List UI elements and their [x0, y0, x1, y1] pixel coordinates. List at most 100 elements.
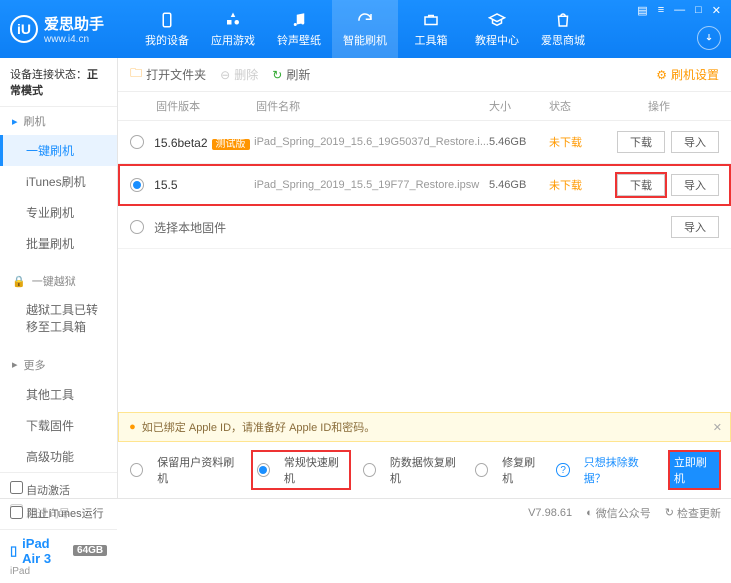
sidebar-item-oneclick[interactable]: 一键刷机	[0, 135, 117, 166]
sidebar-item-itunes[interactable]: iTunes刷机	[0, 166, 117, 197]
radio-icon	[475, 463, 488, 477]
wechat-link[interactable]: ◐微信公众号	[586, 505, 651, 521]
import-button[interactable]: 导入	[671, 131, 719, 153]
nav-label: 铃声壁纸	[277, 32, 321, 48]
fw-size: 5.46GB	[489, 136, 549, 148]
minimize-icon[interactable]: —	[670, 4, 689, 17]
col-name: 固件名称	[256, 98, 489, 114]
refresh-button[interactable]: ↻刷新	[272, 66, 310, 83]
mode-keep-data[interactable]: 保留用户资料刷机	[130, 454, 239, 486]
nav-toolbox[interactable]: 工具箱	[398, 0, 464, 58]
flash-settings-button[interactable]: ⚙刷机设置	[656, 66, 719, 83]
maximize-icon[interactable]: □	[691, 4, 706, 17]
notice-text: 如已绑定 Apple ID，请准备好 Apple ID和密码。	[142, 419, 376, 435]
sidebar-item-advanced[interactable]: 高级功能	[0, 441, 117, 472]
firmware-row-selected[interactable]: 15.5 iPad_Spring_2019_15.5_19F77_Restore…	[118, 164, 731, 206]
nav-label: 教程中心	[475, 32, 519, 48]
table-header: 固件版本 固件名称 大小 状态 操作	[118, 92, 731, 121]
fw-size: 5.46GB	[489, 179, 549, 191]
top-nav: 我的设备 应用游戏 铃声壁纸 智能刷机 工具箱 教程中心 爱思商城	[134, 0, 596, 58]
menu-icon[interactable]: ▤	[633, 4, 651, 17]
sidebar-group-jailbreak[interactable]: 🔒一键越狱	[0, 267, 117, 295]
school-icon	[488, 11, 506, 29]
nav-apps[interactable]: 应用游戏	[200, 0, 266, 58]
sidebar-group-more[interactable]: ▸更多	[0, 351, 117, 379]
fw-status: 未下载	[549, 134, 599, 150]
local-firmware-row[interactable]: 选择本地固件 导入	[118, 206, 731, 249]
local-fw-label: 选择本地固件	[154, 219, 599, 236]
nav-tutorials[interactable]: 教程中心	[464, 0, 530, 58]
sidebar-item-pro[interactable]: 专业刷机	[0, 197, 117, 228]
device-type: iPad	[10, 566, 107, 577]
device-info[interactable]: ▯iPad Air 3 64GB iPad	[0, 529, 117, 583]
sidebar-item-other[interactable]: 其他工具	[0, 379, 117, 410]
nav-ringtones[interactable]: 铃声壁纸	[266, 0, 332, 58]
skin-icon[interactable]: ≡	[654, 4, 668, 17]
close-notice-icon[interactable]: ✕	[713, 421, 722, 434]
radio-icon	[130, 463, 143, 477]
gear-icon: ⚙	[656, 68, 667, 82]
minus-icon: ⊖	[220, 68, 230, 82]
nav-label: 智能刷机	[343, 32, 387, 48]
close-icon[interactable]: ✕	[708, 4, 725, 17]
nav-flash[interactable]: 智能刷机	[332, 0, 398, 58]
update-icon: ↻	[665, 506, 674, 519]
toolbar: 🗀打开文件夹 ⊖删除 ↻刷新 ⚙刷机设置	[118, 58, 731, 92]
mode-antirecovery[interactable]: 防数据恢复刷机	[363, 454, 461, 486]
open-folder-button[interactable]: 🗀打开文件夹	[130, 64, 206, 85]
download-circle-icon[interactable]	[697, 26, 721, 50]
mode-repair[interactable]: 修复刷机	[475, 454, 542, 486]
nav-label: 我的设备	[145, 32, 189, 48]
block-itunes-checkbox[interactable]: 阻止iTunes运行	[10, 505, 104, 521]
main-panel: 🗀打开文件夹 ⊖删除 ↻刷新 ⚙刷机设置 固件版本 固件名称 大小 状态 操作 …	[118, 58, 731, 498]
check-update-link[interactable]: ↻检查更新	[665, 505, 721, 521]
fw-version: 15.5	[154, 178, 254, 192]
sidebar-group-flash[interactable]: ▸刷机	[0, 107, 117, 135]
version-label: V7.98.61	[528, 507, 572, 519]
fw-status: 未下载	[549, 177, 599, 193]
logo-icon: iU	[10, 15, 38, 43]
radio-selected[interactable]	[130, 178, 144, 192]
beta-tag: 测试版	[212, 139, 250, 150]
app-url: www.i4.cn	[44, 34, 104, 45]
app-name: 爱思助手	[44, 13, 104, 34]
radio-unselected[interactable]	[130, 220, 144, 234]
folder-icon: 🗀	[130, 64, 142, 85]
app-icon	[224, 11, 242, 29]
flash-now-button[interactable]: 立即刷机	[670, 452, 719, 488]
sidebar-item-batch[interactable]: 批量刷机	[0, 228, 117, 259]
col-version: 固件版本	[156, 98, 256, 114]
warning-icon: ●	[129, 421, 136, 433]
refresh-icon: ↻	[272, 68, 282, 82]
erase-only-link[interactable]: 只想抹除数据？	[584, 454, 656, 486]
help-icon[interactable]: ?	[556, 463, 569, 477]
nav-my-device[interactable]: 我的设备	[134, 0, 200, 58]
fw-name: iPad_Spring_2019_15.5_19F77_Restore.ipsw	[254, 179, 489, 191]
fw-name: iPad_Spring_2019_15.6_19G5037d_Restore.i…	[254, 136, 489, 148]
connection-status: 设备连接状态：正常模式	[0, 58, 117, 107]
sidebar-item-download-fw[interactable]: 下载固件	[0, 410, 117, 441]
download-button[interactable]: 下载	[617, 131, 665, 153]
apple-id-notice: ● 如已绑定 Apple ID，请准备好 Apple ID和密码。 ✕	[118, 412, 731, 442]
radio-unselected[interactable]	[130, 135, 144, 149]
bag-icon	[554, 11, 572, 29]
auto-activate-checkbox[interactable]: 自动激活	[10, 481, 70, 498]
col-status: 状态	[549, 98, 599, 114]
nav-store[interactable]: 爱思商城	[530, 0, 596, 58]
title-bar: iU 爱思助手 www.i4.cn 我的设备 应用游戏 铃声壁纸 智能刷机 工具…	[0, 0, 731, 58]
download-button[interactable]: 下载	[617, 174, 665, 196]
flash-mode-bar: 保留用户资料刷机 常规快速刷机 防数据恢复刷机 修复刷机 ? 只想抹除数据？ 立…	[118, 442, 731, 498]
sidebar-jailbreak-moved[interactable]: 越狱工具已转移至工具箱	[0, 295, 117, 343]
radio-icon	[363, 463, 376, 477]
window-controls: ▤ ≡ — □ ✕	[633, 4, 725, 17]
delete-button[interactable]: ⊖删除	[220, 66, 258, 83]
phone-icon	[158, 11, 176, 29]
import-button[interactable]: 导入	[671, 174, 719, 196]
nav-label: 工具箱	[415, 32, 448, 48]
col-size: 大小	[489, 98, 549, 114]
radio-icon	[257, 463, 270, 477]
flash-icon: ▸	[12, 115, 18, 128]
import-button[interactable]: 导入	[671, 216, 719, 238]
firmware-row[interactable]: 15.6beta2测试版 iPad_Spring_2019_15.6_19G50…	[118, 121, 731, 164]
mode-fast[interactable]: 常规快速刷机	[253, 452, 349, 488]
